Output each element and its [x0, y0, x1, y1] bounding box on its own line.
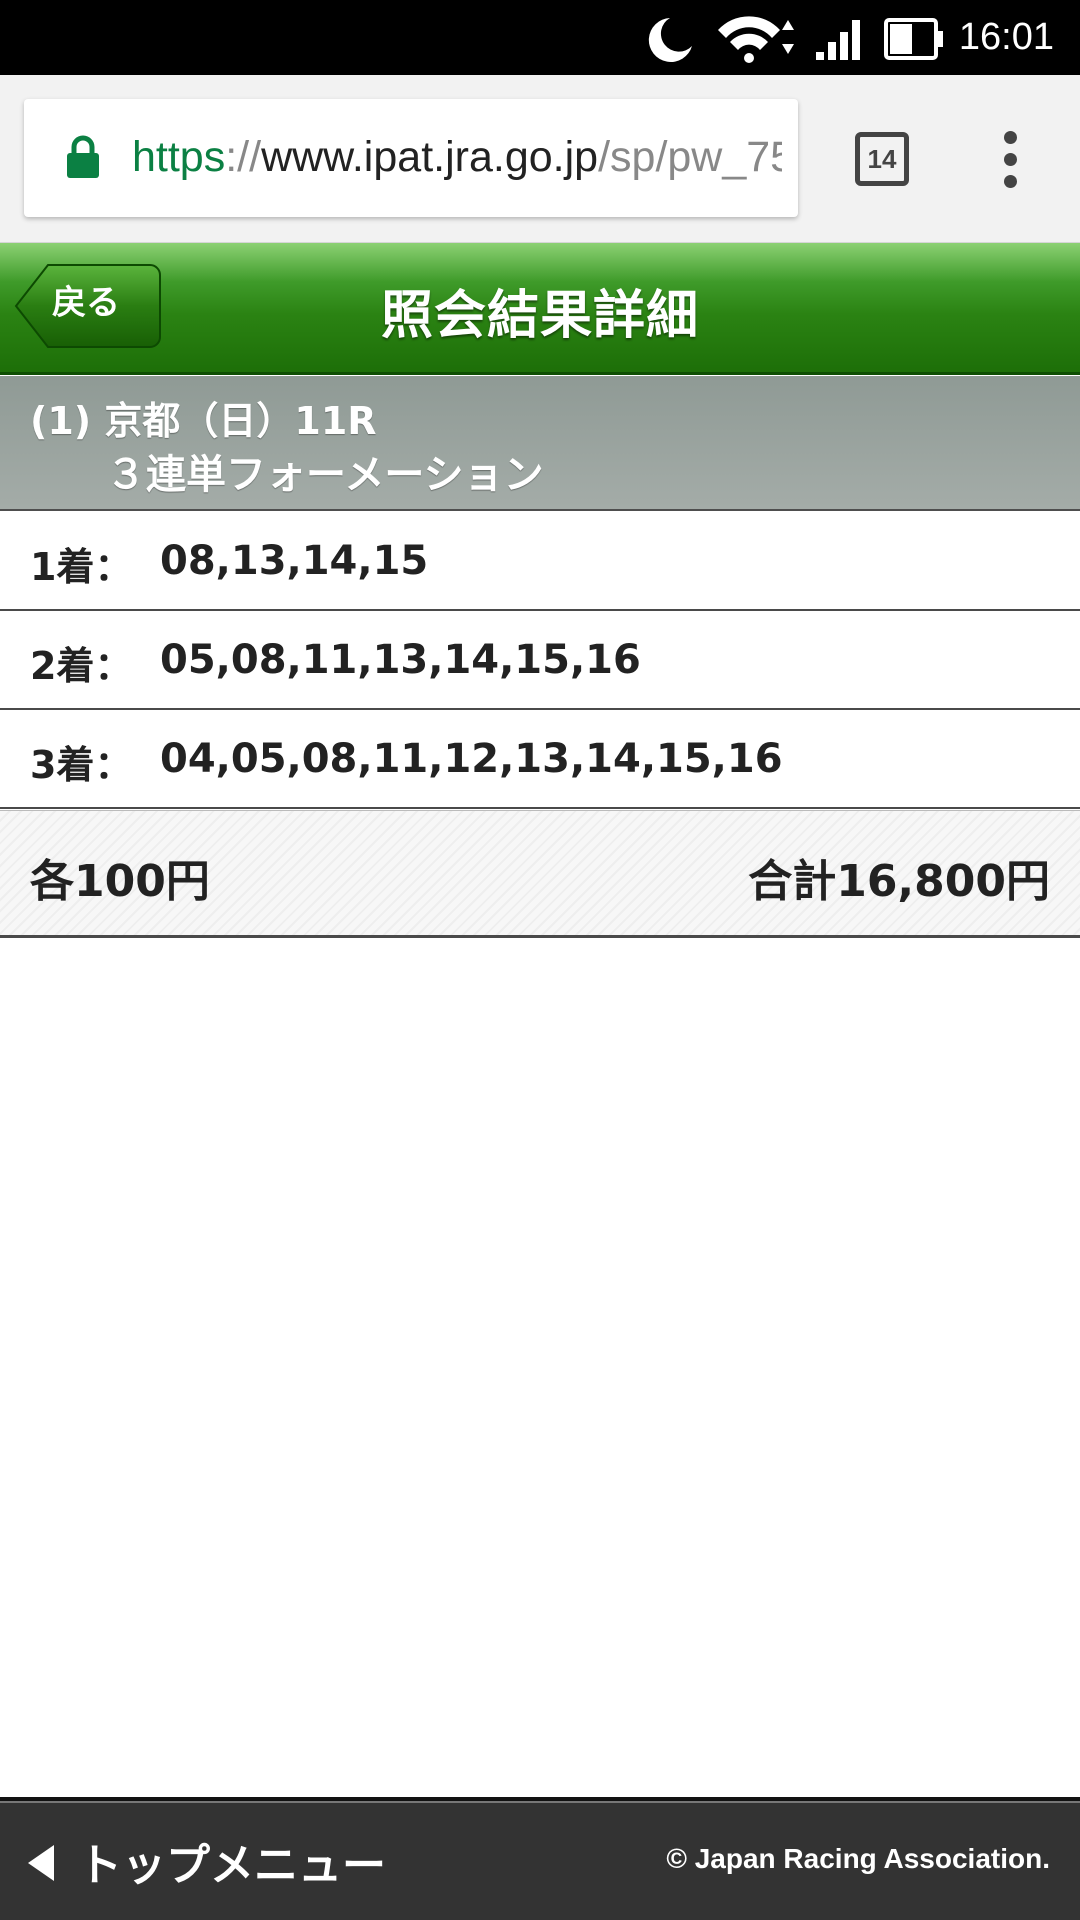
footer: トップメニュー © Japan Racing Association. — [0, 1797, 1080, 1920]
url-host: www.ipat.jra.go.jp — [261, 133, 599, 181]
url-separator: :// — [225, 133, 262, 181]
overflow-menu-icon[interactable] — [998, 131, 1022, 191]
browser-toolbar: https://www.ipat.jra.go.jp/sp/pw_75 14 — [0, 75, 1080, 243]
pick-numbers: 04,05,08,11,12,13,14,15,16 — [160, 736, 783, 782]
race-info: (1) 京都（日）11R ３連単フォーメーション — [0, 376, 1080, 511]
pick-row-2nd: 2着： 05,08,11,13,14,15,16 — [0, 611, 1080, 710]
triangle-left-icon — [28, 1845, 54, 1881]
url-scheme: https — [132, 133, 226, 181]
battery-icon — [884, 18, 943, 60]
status-bar: 16:01 — [0, 0, 1080, 75]
tab-switcher-button[interactable]: 14 — [855, 132, 909, 186]
pick-position: 2着： — [30, 644, 133, 688]
total-amount: 合計16,800円 — [748, 856, 1050, 907]
pick-row-3rd: 3着： 04,05,08,11,12,13,14,15,16 — [0, 710, 1080, 809]
pick-numbers: 05,08,11,13,14,15,16 — [160, 637, 641, 683]
race-name: (1) 京都（日）11R — [30, 399, 377, 443]
top-menu-label: トップメニュー — [78, 1840, 386, 1891]
signal-icon — [816, 20, 860, 60]
pick-row-1st: 1着： 08,13,14,15 — [0, 512, 1080, 611]
status-time: 16:01 — [958, 16, 1054, 58]
bet-summary: 各100円 合計16,800円 — [0, 810, 1080, 938]
url-bar[interactable]: https://www.ipat.jra.go.jp/sp/pw_75 — [24, 99, 798, 217]
pick-position: 3着： — [30, 743, 133, 787]
unit-amount: 各100円 — [30, 856, 210, 907]
copyright-text: © Japan Racing Association. — [666, 1843, 1050, 1874]
pick-position: 1着： — [30, 545, 133, 589]
pick-numbers: 08,13,14,15 — [160, 538, 429, 584]
moon-icon — [648, 18, 692, 62]
url-text[interactable]: https://www.ipat.jra.go.jp/sp/pw_75 — [132, 129, 782, 185]
lock-icon — [67, 135, 99, 178]
page-header: 戻る 照会結果詳細 — [0, 243, 1080, 375]
url-path: /sp/pw_75 — [598, 133, 782, 181]
wifi-icon — [718, 16, 794, 63]
page-title: 照会結果詳細 — [380, 286, 699, 346]
bet-type: ３連単フォーメーション — [106, 452, 544, 498]
